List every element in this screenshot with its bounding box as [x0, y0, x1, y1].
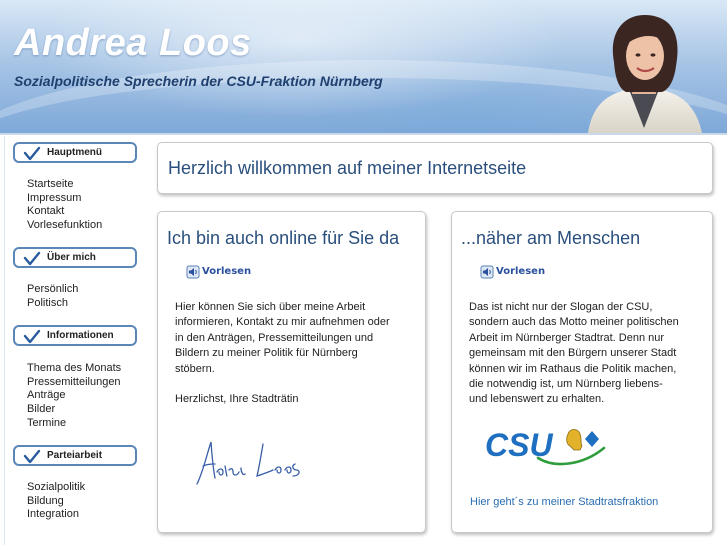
csu-logo-text: CSU	[485, 427, 553, 463]
online-paragraph: Hier können Sie sich über meine Arbeit i…	[175, 300, 420, 377]
sidebar-item-vorlesefunktion[interactable]: Vorlesefunktion	[27, 219, 102, 233]
sidebar-item-politisch[interactable]: Politisch	[27, 297, 78, 311]
paragraph-line: Bildern zu meiner Politik für Nürnberg	[175, 347, 358, 360]
handwritten-signature	[196, 441, 300, 485]
menu-header-label: Informationen	[47, 330, 114, 341]
csu-logo[interactable]: CSU	[482, 420, 612, 470]
menu-list-parteiarbeit: Sozialpolitik Bildung Integration	[27, 481, 85, 522]
site-subtitle: Sozialpolitische Sprecherin der CSU-Frak…	[14, 73, 383, 89]
speaker-icon	[480, 265, 494, 279]
site-title[interactable]: Andrea Loos	[14, 22, 252, 65]
header-banner: Andrea Loos Sozialpolitische Sprecherin …	[0, 0, 727, 135]
paragraph-line: in den Anträgen, Pressemitteilungen und	[175, 331, 374, 344]
people-box: ...näher am Menschen Vorlesen Das ist ni…	[451, 211, 713, 533]
paragraph-line: Das ist nicht nur der Slogan der CSU,	[469, 301, 653, 313]
paragraph-line: können wir im Rathaus die Politik machen…	[469, 362, 677, 375]
menu-header-hauptmenue[interactable]: Hauptmenü	[13, 142, 137, 163]
checkmark-icon	[23, 146, 41, 161]
checkmark-icon	[23, 329, 41, 344]
sidebar-item-bilder[interactable]: Bilder	[27, 403, 121, 417]
welcome-heading: Herzlich willkommen auf meiner Internets…	[168, 158, 527, 178]
welcome-box: Herzlich willkommen auf meiner Internets…	[157, 142, 713, 194]
sidebar-item-kontakt[interactable]: Kontakt	[27, 205, 102, 219]
paragraph-line: und lebenswert zu erhalten.	[469, 393, 605, 406]
stadtratsfraktion-link[interactable]: Hier geht´s zu meiner Stadtratsfraktion	[470, 496, 658, 508]
sidebar-item-antraege[interactable]: Anträge	[27, 389, 121, 403]
sidebar-item-startseite[interactable]: Startseite	[27, 178, 102, 192]
sidebar-item-sozialpolitik[interactable]: Sozialpolitik	[27, 481, 85, 495]
readaloud-label: Vorlesen	[202, 266, 252, 277]
people-heading: ...näher am Menschen	[461, 228, 641, 248]
sidebar-item-pressemitteilungen[interactable]: Pressemitteilungen	[27, 376, 121, 390]
speaker-icon	[186, 265, 200, 279]
menu-header-parteiarbeit[interactable]: Parteiarbeit	[13, 445, 137, 466]
readaloud-label: Vorlesen	[496, 266, 546, 277]
people-paragraph: Das ist nicht nur der Slogan der CSU, so…	[469, 300, 714, 408]
paragraph-line: Hier können Sie sich über meine Arbeit	[175, 301, 366, 313]
online-box: Ich bin auch online für Sie da Vorlesen …	[157, 211, 426, 533]
paragraph-line: Arbeit im Nürnberger Stadtrat. Denn nur	[469, 331, 665, 344]
menu-header-informationen[interactable]: Informationen	[13, 325, 137, 346]
portrait-photo	[588, 14, 702, 133]
paragraph-line: informieren, Kontakt zu mir aufnehmen od…	[175, 316, 390, 329]
online-heading: Ich bin auch online für Sie da	[167, 228, 400, 248]
menu-list-ueber-mich: Persönlich Politisch	[27, 283, 78, 310]
paragraph-line: sondern auch das Motto meiner politische…	[469, 316, 679, 329]
checkmark-icon	[23, 449, 41, 464]
menu-header-label: Hauptmenü	[47, 147, 102, 158]
sidebar-navigation: Hauptmenü Startseite Impressum Kontakt V…	[4, 136, 147, 545]
sidebar-item-impressum[interactable]: Impressum	[27, 192, 102, 206]
menu-header-ueber-mich[interactable]: Über mich	[13, 247, 137, 268]
paragraph-line: stöbern.	[175, 362, 215, 375]
paragraph-line: die notwendig ist, um Nürnberg liebens-	[469, 378, 663, 391]
sidebar-item-termine[interactable]: Termine	[27, 417, 121, 431]
menu-header-label: Parteiarbeit	[47, 450, 103, 461]
menu-list-hauptmenue: Startseite Impressum Kontakt Vorlesefunk…	[27, 178, 102, 233]
sidebar-item-bildung[interactable]: Bildung	[27, 495, 85, 509]
closing-line: Herzlichst, Ihre Stadträtin	[175, 393, 299, 405]
menu-list-informationen: Thema des Monats Pressemitteilungen Antr…	[27, 362, 121, 431]
sidebar-item-integration[interactable]: Integration	[27, 508, 85, 522]
menu-header-label: Über mich	[47, 252, 96, 263]
paragraph-line: gemeinsam mit den Bürgern unserer Stadt	[469, 347, 677, 360]
sidebar-item-persoenlich[interactable]: Persönlich	[27, 283, 78, 297]
sidebar-item-thema-des-monats[interactable]: Thema des Monats	[27, 362, 121, 376]
checkmark-icon	[23, 251, 41, 266]
